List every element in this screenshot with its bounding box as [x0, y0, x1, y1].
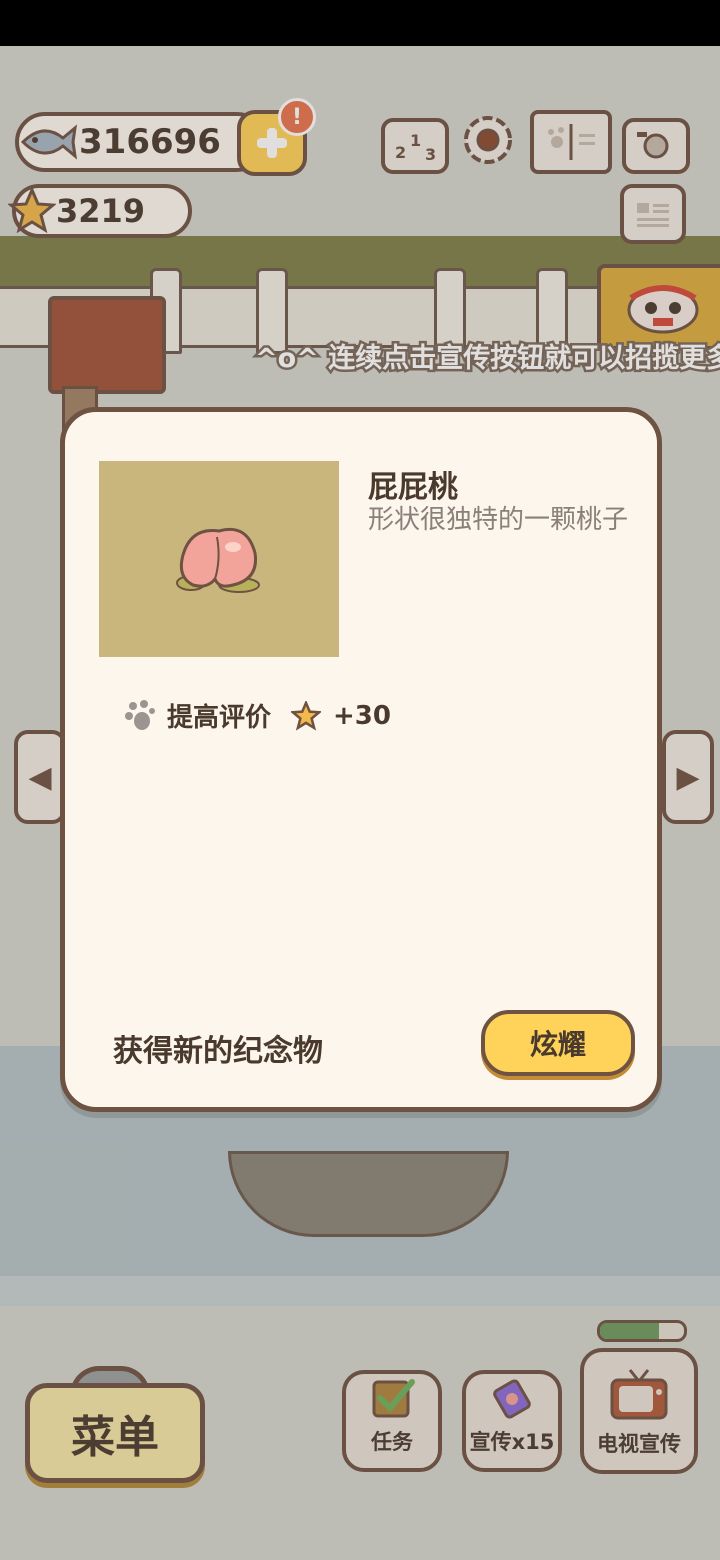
new-souvenir-text: 获得新的纪念物 [113, 1034, 323, 1069]
bonus-label: 提高评价 [167, 703, 272, 733]
item-name: 屁屁桃 [368, 470, 458, 505]
star-icon [291, 700, 322, 731]
peach-icon [176, 527, 260, 593]
bonus-row: 提高评价 +30 [123, 697, 391, 734]
paw-icon [125, 699, 155, 730]
show-off-button[interactable]: 炫耀 [481, 1010, 635, 1076]
item-description: 形状很独特的一颗桃子 [368, 505, 629, 535]
souvenir-dialog: 屁屁桃 形状很独特的一颗桃子 提高评价 +30 获得新的纪念物 炫耀 [60, 407, 662, 1112]
item-thumbnail [99, 461, 339, 657]
bonus-value: +30 [333, 700, 391, 731]
